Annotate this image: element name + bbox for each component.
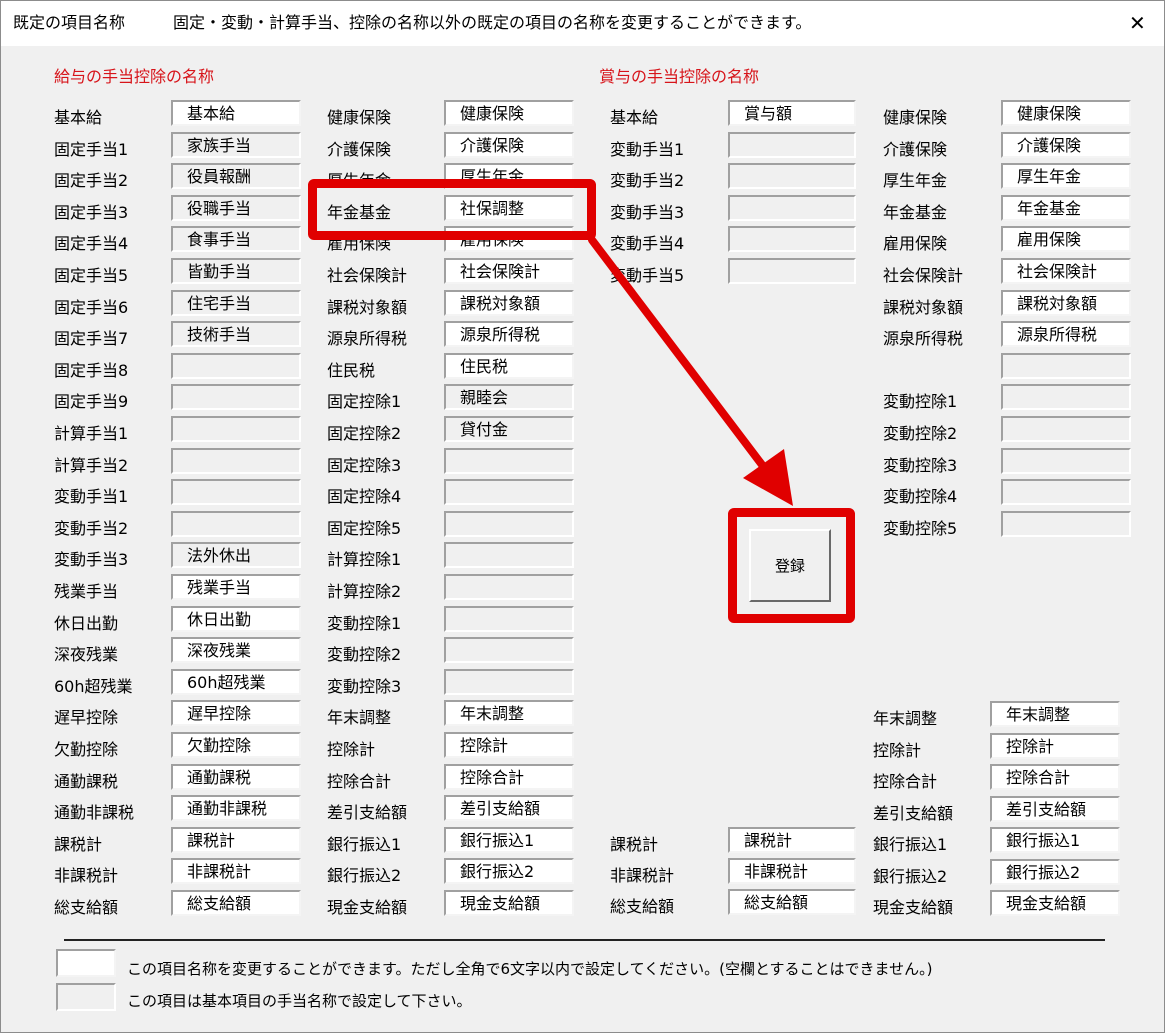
register-button[interactable]: 登録 — [749, 529, 831, 602]
annotation-arrow — [588, 236, 793, 506]
legend-fixed-swatch — [56, 983, 116, 1011]
dialog-window: 既定の項目名称 固定・変動・計算手当、控除の名称以外の既定の項目の名称を変更する… — [0, 0, 1165, 1033]
legend-fixed-text: この項目は基本項目の手当名称で設定して下さい。 — [127, 992, 472, 1010]
separator-line — [64, 939, 1105, 941]
arrow-shaft — [588, 236, 779, 486]
legend-editable-text: この項目名称を変更することができます。ただし全角で6文字以内で設定してください。… — [127, 960, 933, 978]
legend-editable-swatch — [56, 949, 116, 977]
arrow-head — [743, 449, 793, 506]
